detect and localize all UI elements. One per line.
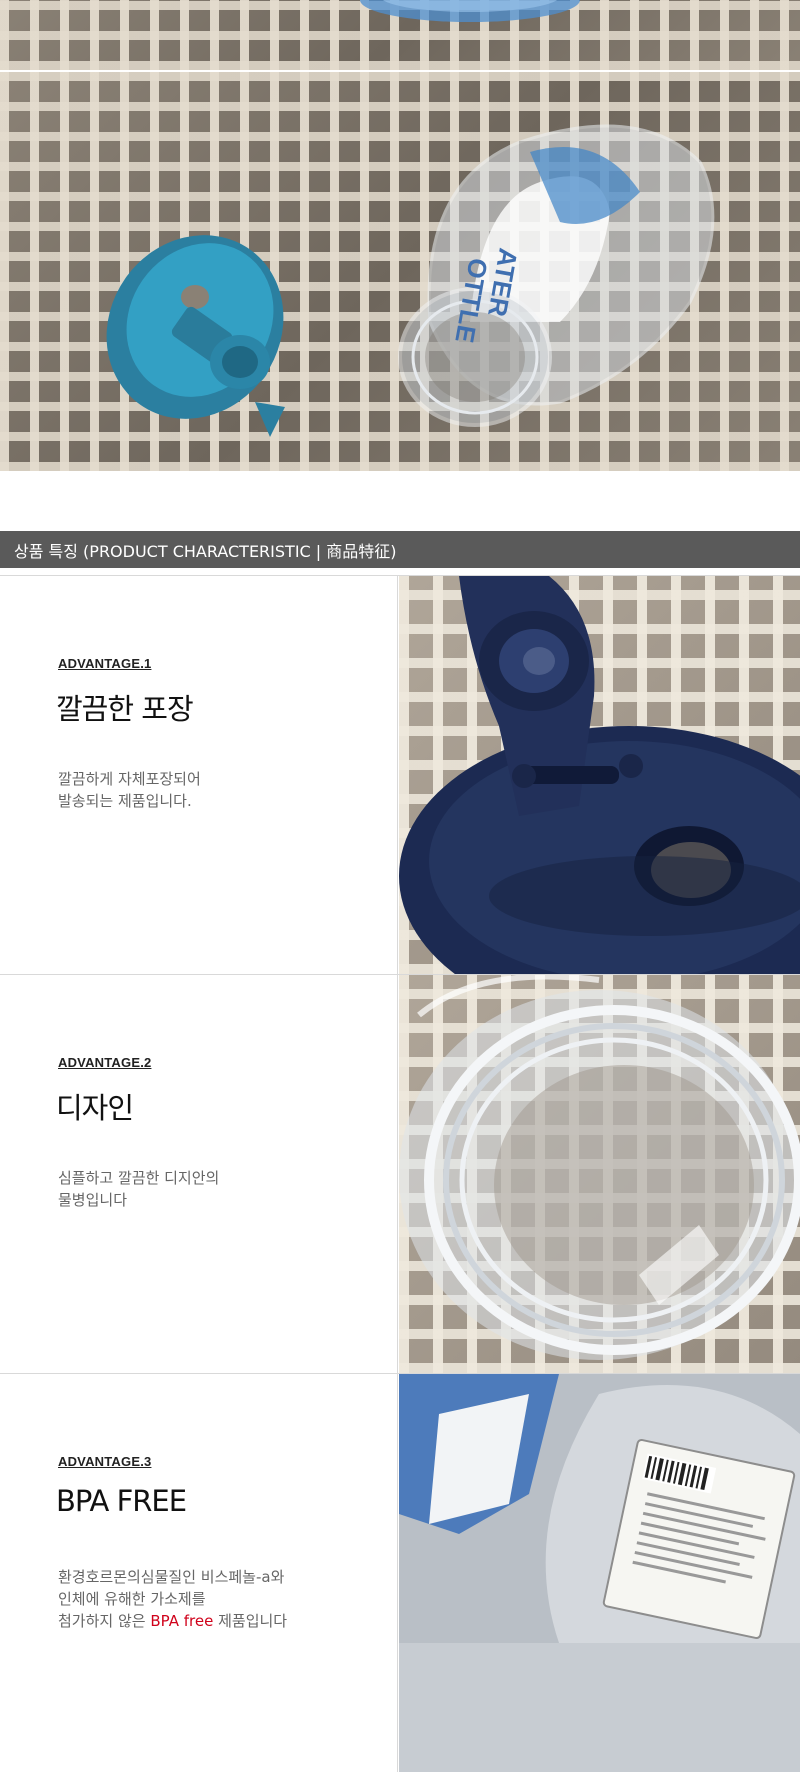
- product-characteristic-header: 상품 특징 (PRODUCT CHARACTERISTIC | 商品特征): [0, 531, 800, 568]
- bottle-and-lid-photo: ATER OTTLE: [0, 72, 800, 471]
- bottle-label-closeup-illustration: [399, 1374, 800, 1643]
- advantage-2-description: 심플하고 깔끔한 디지안의 물병입니다: [58, 1167, 219, 1211]
- advantage-3-desc-line: 환경호르몬의심물질인 비스페놀-a와: [58, 1568, 285, 1586]
- navy-lid-illustration: [399, 576, 800, 974]
- header-title: 상품 특징 (PRODUCT CHARACTERISTIC | 商品特征): [14, 541, 397, 561]
- advantage-2-text: ADVANTAGE.2 디자인 심플하고 깔끔한 디지안의 물병입니다: [0, 975, 398, 1373]
- advantage-2-desc-line: 물병입니다: [58, 1191, 128, 1209]
- advantage-1-description: 깔끔하게 자체포장되어 발송되는 제품입니다.: [58, 768, 201, 812]
- advantage-3-photo: [399, 1374, 800, 1772]
- advantage-section-2: ADVANTAGE.2 디자인 심플하고 깔끔한 디지안의 물병입니다: [0, 974, 800, 1373]
- advantage-2-label: ADVANTAGE.2: [58, 1055, 152, 1070]
- advantage-section-3: ADVANTAGE.3 BPA FREE 환경호르몬의심물질인 비스페놀-a와 …: [0, 1373, 800, 1772]
- advantage-2-title: 디자인: [56, 1091, 134, 1125]
- teal-lid-shape: [106, 235, 285, 437]
- advantage-section-1: ADVANTAGE.1 깔끔한 포장 깔끔하게 자체포장되어 발송되는 제품입니…: [0, 575, 800, 974]
- clear-bottle-shape: [398, 124, 715, 427]
- advantage-2-desc-line: 심플하고 깔끔한 디지안의: [58, 1169, 220, 1187]
- top-strip-photo: [0, 0, 800, 70]
- advantage-1-desc-line: 발송되는 제품입니다.: [58, 792, 192, 810]
- desc-last-prefix: 첨가하지 않은: [58, 1612, 151, 1630]
- desc-last-suffix: 제품입니다: [213, 1612, 288, 1630]
- advantage-3-label: ADVANTAGE.3: [58, 1454, 152, 1469]
- advantage-3-desc-last-line: 첨가하지 않은 BPA free 제품입니다: [58, 1610, 287, 1632]
- bottle-bottom-illustration: [360, 0, 580, 22]
- advantage-1-desc-line: 깔끔하게 자체포장되어: [58, 770, 201, 788]
- bottle-mouth-illustration: [399, 975, 800, 1360]
- advantage-2-photo: [399, 975, 800, 1373]
- advantage-3-text: ADVANTAGE.3 BPA FREE 환경호르몬의심물질인 비스페놀-a와 …: [0, 1374, 398, 1772]
- advantage-1-photo: [399, 576, 800, 974]
- advantage-1-title: 깔끔한 포장: [56, 692, 194, 726]
- advantage-1-label: ADVANTAGE.1: [58, 656, 152, 671]
- advantage-1-text: ADVANTAGE.1 깔끔한 포장 깔끔하게 자체포장되어 발송되는 제품입니…: [0, 576, 398, 974]
- bottle-and-lid-illustration: ATER OTTLE: [106, 124, 715, 437]
- advantage-3-title: BPA FREE: [56, 1484, 187, 1518]
- bpa-free-highlight: BPA free: [150, 1612, 214, 1630]
- advantage-3-desc-line: 인체에 유해한 가소제를: [58, 1590, 206, 1608]
- advantage-3-description: 환경호르몬의심물질인 비스페놀-a와 인체에 유해한 가소제를 첨가하지 않은 …: [58, 1566, 287, 1632]
